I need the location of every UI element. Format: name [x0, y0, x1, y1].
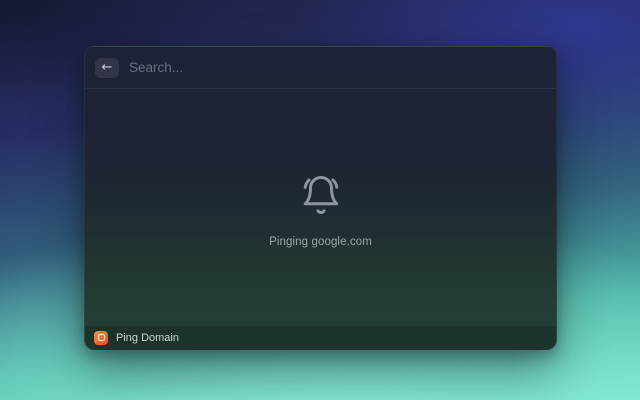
back-button[interactable]: ← [95, 57, 119, 78]
footer-bar: Ping Domain [85, 325, 556, 349]
launcher-window: ← Pinging google.com Ping Domain [84, 46, 557, 350]
ping-domain-extension-icon [94, 330, 108, 345]
bell-ring-icon [300, 173, 342, 222]
arrow-left-icon: ← [101, 59, 113, 75]
search-header: ← [85, 47, 556, 89]
desktop-background: ← Pinging google.com Ping Domain [0, 0, 640, 400]
status-message: Pinging google.com [269, 235, 372, 248]
search-input[interactable] [129, 60, 546, 75]
results-area: Pinging google.com [85, 89, 556, 325]
footer-action-label: Ping Domain [116, 331, 179, 344]
extension-glyph [97, 334, 105, 341]
